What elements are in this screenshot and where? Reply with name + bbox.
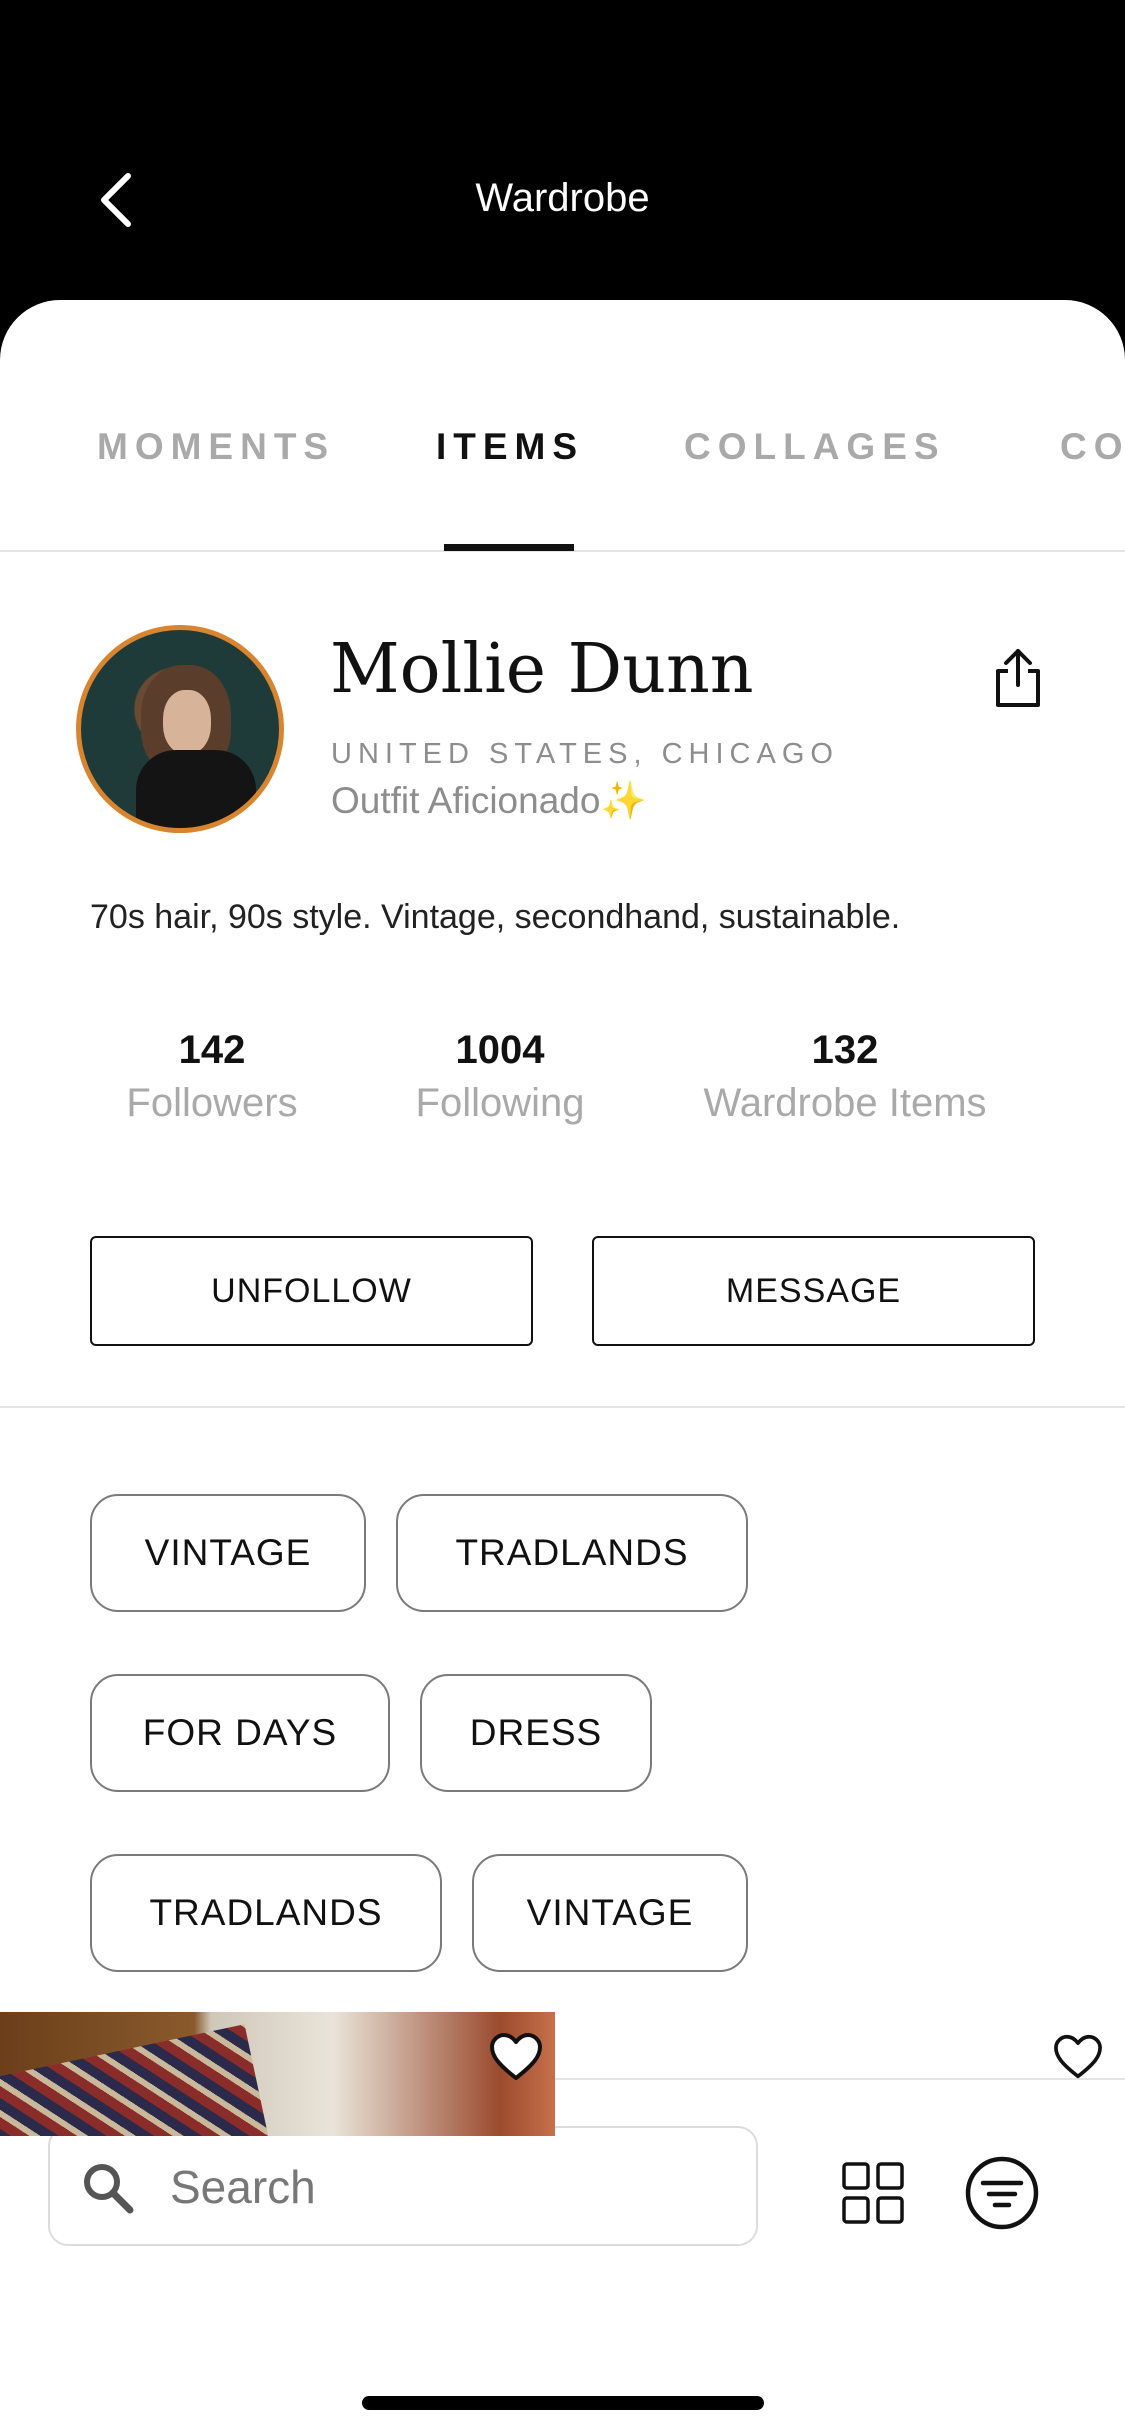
active-tab-indicator — [444, 544, 574, 551]
share-button[interactable] — [990, 645, 1046, 711]
tag-chip[interactable]: FOR DAYS — [90, 1674, 390, 1792]
avatar[interactable] — [76, 625, 284, 833]
like-button[interactable] — [1052, 2034, 1104, 2080]
stat-value: 132 — [811, 1028, 879, 1072]
grid-view-icon — [842, 2162, 904, 2224]
profile-location: UNITED STATES, CHICAGO — [331, 738, 839, 770]
search-bar[interactable] — [48, 2126, 758, 2246]
tab-co[interactable]: CO — [1060, 426, 1125, 468]
tag-chip[interactable]: TRADLANDS — [396, 1494, 748, 1612]
tag-chip[interactable]: VINTAGE — [90, 1494, 366, 1612]
unfollow-button[interactable]: UNFOLLOW — [90, 1236, 533, 1346]
top-bar: Wardrobe — [0, 0, 1125, 320]
home-indicator[interactable] — [362, 2396, 764, 2410]
like-button[interactable] — [488, 2032, 544, 2082]
stat-label: Wardrobe Items — [703, 1081, 987, 1125]
heart-icon — [1054, 2034, 1102, 2079]
tab-bar: MOMENTS ITEMS COLLAGES CO — [0, 300, 1125, 552]
heart-icon — [490, 2033, 542, 2080]
stat-following[interactable]: 1004 Following — [390, 1028, 610, 1126]
stat-value: 142 — [178, 1028, 246, 1072]
tag-chip[interactable]: TRADLANDS — [90, 1854, 442, 1972]
tab-collages[interactable]: COLLAGES — [684, 426, 946, 468]
stat-label: Following — [415, 1081, 585, 1125]
stat-wardrobe-items[interactable]: 132 Wardrobe Items — [670, 1028, 1020, 1126]
profile-name: Mollie Dunn — [330, 630, 754, 709]
wardrobe-item-photo[interactable] — [0, 2012, 555, 2136]
page-title: Wardrobe — [475, 176, 650, 220]
message-button[interactable]: MESSAGE — [592, 1236, 1035, 1346]
stat-value: 1004 — [455, 1028, 545, 1072]
divider — [0, 1406, 1125, 1408]
stat-followers[interactable]: 142 Followers — [102, 1028, 322, 1126]
search-icon — [84, 2164, 134, 2214]
tag-chip[interactable]: DRESS — [420, 1674, 652, 1792]
profile-bio: 70s hair, 90s style. Vintage, secondhand… — [90, 898, 901, 936]
share-icon — [996, 649, 1040, 707]
stat-label: Followers — [126, 1081, 298, 1125]
tab-items[interactable]: ITEMS — [436, 426, 584, 468]
filter-icon — [965, 2156, 1039, 2230]
filter-button[interactable] — [965, 2156, 1039, 2230]
tag-chip[interactable]: VINTAGE — [472, 1854, 748, 1972]
grid-view-button[interactable] — [842, 2162, 904, 2224]
search-input[interactable] — [170, 2148, 730, 2226]
profile-role: Outfit Aficionado✨ — [331, 780, 647, 821]
tab-moments[interactable]: MOMENTS — [97, 426, 335, 468]
